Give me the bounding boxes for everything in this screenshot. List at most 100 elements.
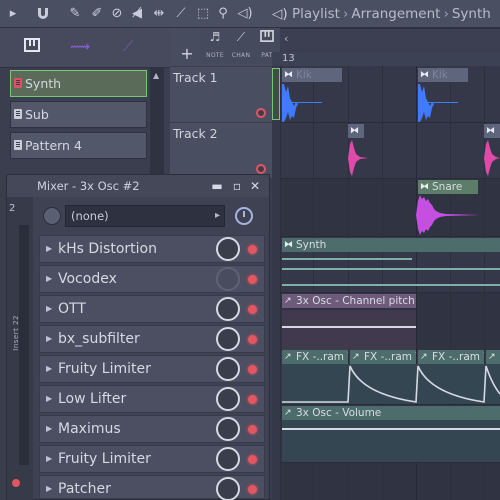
zoom-icon[interactable]: ⚲ [214, 5, 232, 23]
clip-fx-automation[interactable]: FX -..ram Y [418, 350, 484, 364]
channel-item-sub[interactable]: Sub [10, 101, 147, 128]
expand-arrow-icon[interactable]: ▶ [46, 326, 52, 352]
effect-slot[interactable]: ▶ OTT [39, 295, 265, 323]
automation-icon[interactable]: ⟋ [118, 38, 138, 56]
magnet-icon[interactable] [34, 5, 52, 23]
effect-slot[interactable]: ▶ Fruity Limiter [39, 445, 265, 473]
expand-arrow-icon[interactable]: ▶ [46, 296, 52, 322]
clip-snare-hit[interactable] [484, 124, 500, 138]
slot-enable-led[interactable] [248, 485, 257, 494]
slot-enable-led[interactable] [248, 455, 257, 464]
expand-arrow-icon[interactable]: ▶ [46, 236, 52, 262]
channel-item-synth[interactable]: Synth [10, 70, 147, 97]
mix-knob[interactable] [216, 327, 240, 351]
row-divider [280, 404, 500, 405]
mixer-track-strip[interactable]: 2 Insert 22 [7, 197, 33, 500]
mute-icon[interactable]: ◀̸ [128, 5, 146, 23]
preset-select[interactable]: (none) ▸ [65, 205, 225, 227]
horizontal-scrollbar[interactable]: ‹ [280, 28, 500, 50]
picker-scrollbar[interactable]: ▲ [150, 68, 164, 176]
expand-arrow-icon[interactable]: ▶ [46, 356, 52, 382]
play-arrow-icon[interactable]: ▸ [4, 5, 22, 23]
slip-icon[interactable]: ⇹ [150, 5, 168, 23]
mix-knob[interactable] [216, 267, 240, 291]
clip-kik[interactable]: Kik [418, 68, 468, 82]
slot-enable-led[interactable] [248, 305, 257, 314]
breadcrumb-current[interactable]: Synth [452, 6, 491, 22]
timeline-ruler[interactable]: 13 [272, 52, 500, 66]
mix-knob[interactable] [216, 357, 240, 381]
clip-fx-automation[interactable]: FX -..ram Y [350, 350, 416, 364]
clip-fx-automation[interactable] [486, 350, 500, 364]
maximize-icon[interactable]: ▫ [229, 175, 245, 197]
mix-knob[interactable] [216, 237, 240, 261]
grid-line [280, 66, 281, 500]
expand-arrow-icon[interactable]: ▶ [46, 446, 52, 472]
track-enable-led[interactable] [12, 479, 20, 487]
clip-fx-automation[interactable]: FX -..ram Y [282, 350, 348, 364]
slot-enable-led[interactable] [248, 335, 257, 344]
top-toolbar: ▸ ✎ ✐ ⊘ ◀̸ ⇹ ⟋ ⬚ ⚲ ◁) ◁) Playlist › Arrang… [0, 0, 500, 28]
clip-channel-pitch[interactable]: 3x Osc - Channel pitch [282, 294, 416, 308]
paint-icon[interactable]: ✐ [88, 5, 106, 23]
clip-synth-pattern[interactable]: Synth [282, 238, 500, 252]
effect-slot[interactable]: ▶ Maximus [39, 415, 265, 443]
mixer-track-name: Insert 22 [12, 315, 20, 351]
effect-slot[interactable]: ▶ kHs Distortion [39, 235, 265, 263]
waveform-icon[interactable]: ⟿ [70, 38, 90, 56]
pencil-icon[interactable]: ✎ [66, 5, 84, 23]
clip-label: Kik [432, 69, 448, 81]
expand-arrow-icon[interactable]: ▶ [46, 386, 52, 412]
channel-label: Pattern 4 [25, 138, 82, 153]
expand-arrow-icon[interactable]: ▶ [46, 266, 52, 292]
scroll-left-icon[interactable]: ‹ [284, 32, 288, 45]
track-header-2[interactable]: Track 2 [170, 122, 272, 178]
preset-value: (none) [71, 209, 109, 223]
mix-knob[interactable] [216, 417, 240, 441]
effect-slot[interactable]: ▶ Patcher [39, 475, 265, 500]
clip-kik[interactable]: Kik [282, 68, 342, 82]
slot-enable-led[interactable] [248, 245, 257, 254]
clip-snare[interactable]: Snare [418, 180, 478, 194]
mix-knob[interactable] [216, 297, 240, 321]
expand-arrow-icon[interactable]: ▶ [46, 476, 52, 500]
close-icon[interactable]: ✕ [247, 175, 263, 197]
mix-knob[interactable] [216, 387, 240, 411]
slot-enable-led[interactable] [248, 395, 257, 404]
pat-icon[interactable] [256, 30, 278, 45]
track-header-1[interactable]: Track 1 [170, 66, 272, 122]
effect-slot[interactable]: ▶ Fruity Limiter [39, 355, 265, 383]
input-knob[interactable] [43, 207, 61, 225]
minimize-icon[interactable]: ▬ [209, 175, 225, 197]
kick-waveform-1 [282, 84, 322, 122]
playback-icon[interactable]: ◁) [236, 5, 254, 23]
slot-enable-led[interactable] [248, 275, 257, 284]
effect-slot[interactable]: ▶ bx_subfilter [39, 325, 265, 353]
delete-icon[interactable]: ⊘ [108, 5, 126, 23]
scroll-up-icon[interactable]: ▲ [153, 71, 159, 80]
chan-icon[interactable]: ⟋ [230, 30, 252, 45]
chevron-right-icon: ▸ [214, 210, 220, 221]
track-enable-led[interactable] [256, 164, 266, 174]
clock-icon[interactable] [235, 207, 253, 225]
effect-slot[interactable]: ▶ Low Lifter [39, 385, 265, 413]
track-enable-led[interactable] [256, 108, 266, 118]
breadcrumb-back-icon[interactable]: ◁) [272, 6, 288, 22]
breadcrumb-app[interactable]: Playlist [292, 6, 340, 22]
slot-enable-led[interactable] [248, 365, 257, 374]
breadcrumb-section[interactable]: Arrangement [351, 6, 440, 22]
effect-slot[interactable]: ▶ Vocodex [39, 265, 265, 293]
slot-enable-led[interactable] [248, 425, 257, 434]
piano-roll-icon[interactable] [22, 38, 42, 56]
mix-knob[interactable] [216, 447, 240, 471]
clip-volume-automation[interactable]: 3x Osc - Volume [282, 406, 500, 420]
channel-item-pattern-4[interactable]: Pattern 4 [10, 132, 147, 159]
slice-icon[interactable]: ⟋ [172, 5, 190, 23]
add-button[interactable]: + [176, 44, 198, 64]
select-icon[interactable]: ⬚ [194, 5, 212, 23]
note-icon[interactable]: ♬ [204, 30, 226, 44]
preset-row: (none) ▸ [39, 203, 265, 231]
clip-snare-hit[interactable] [348, 124, 364, 138]
expand-arrow-icon[interactable]: ▶ [46, 416, 52, 442]
mix-knob[interactable] [216, 477, 240, 500]
